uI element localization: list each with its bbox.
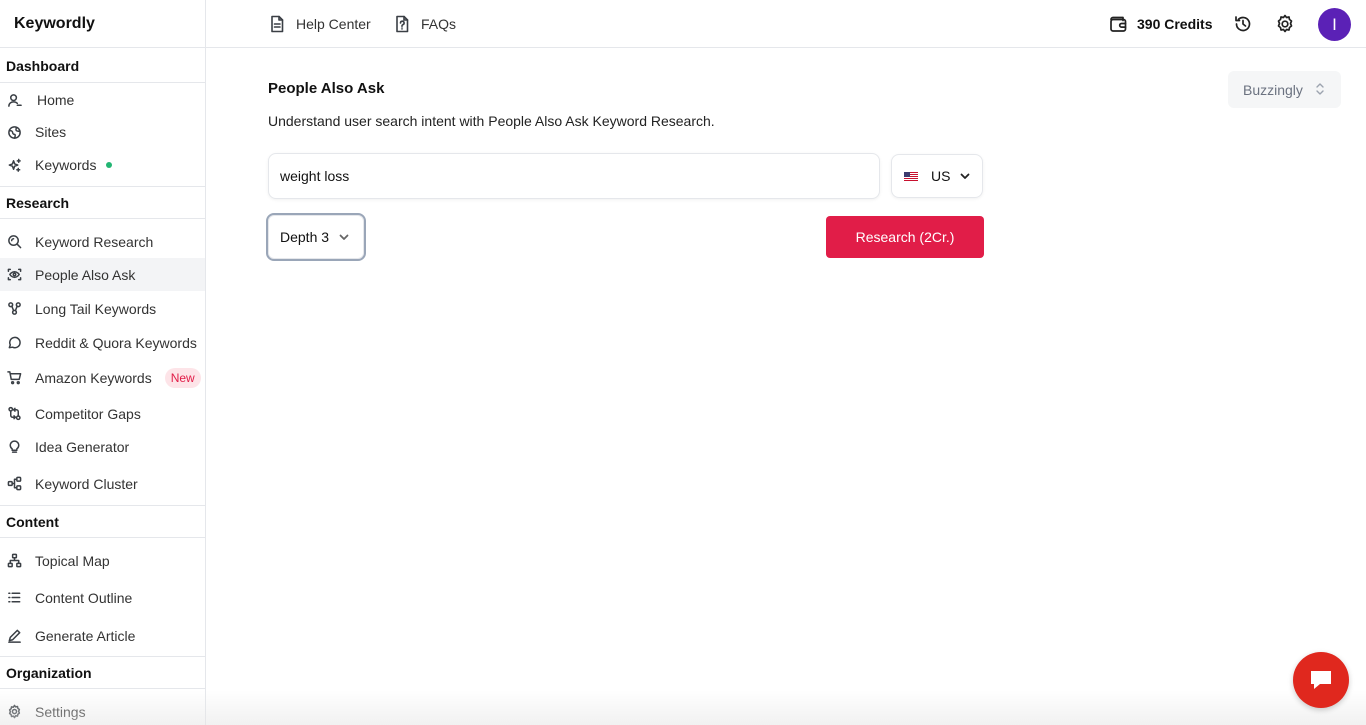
sidebar-item-people-also-ask[interactable]: People Also Ask	[0, 258, 205, 291]
sidebar-item-generate-article[interactable]: Generate Article	[0, 619, 205, 652]
settings-gear-icon[interactable]	[1275, 14, 1295, 34]
sidebar-item-label: Amazon Keywords	[35, 369, 152, 386]
sidebar-item-content-outline[interactable]: Content Outline	[0, 581, 205, 614]
sidebar-item-topical-map[interactable]: Topical Map	[0, 544, 205, 577]
app-logo[interactable]: Keywordly	[0, 0, 205, 48]
list-icon	[6, 590, 22, 606]
sidebar-item-label: Keyword Research	[35, 233, 154, 250]
keyword-search-input[interactable]	[268, 153, 880, 199]
sidebar-item-label: Content Outline	[35, 589, 133, 606]
faqs-link[interactable]: FAQs	[393, 15, 456, 33]
organization-select[interactable]: Buzzingly	[1228, 71, 1341, 108]
gear-icon	[6, 704, 22, 720]
sidebar-item-label: Generate Article	[35, 627, 136, 644]
new-badge: New	[164, 367, 201, 388]
organization-select-value: Buzzingly	[1243, 81, 1303, 98]
sitemap-icon	[6, 553, 22, 569]
pen-icon	[6, 628, 22, 644]
eye-scan-icon	[6, 267, 22, 283]
chevron-down-icon	[339, 234, 349, 240]
sidebar-item-label: Settings	[35, 703, 86, 720]
page-subtitle: Understand user search intent with Peopl…	[268, 113, 715, 129]
us-flag-icon	[904, 171, 918, 181]
sidebar-item-keyword-cluster[interactable]: Keyword Cluster	[0, 467, 205, 500]
cart-icon	[6, 370, 22, 386]
chat-icon	[1311, 671, 1331, 689]
topbar: Help Center FAQs 390 Credits I	[206, 0, 1366, 48]
help-center-label: Help Center	[296, 16, 371, 32]
wallet-icon	[1110, 16, 1127, 32]
cluster-icon	[6, 476, 22, 492]
question-file-icon	[396, 15, 409, 33]
sidebar-item-label: Keyword Cluster	[35, 475, 138, 492]
chat-bubble-icon	[6, 335, 22, 351]
sidebar-item-settings[interactable]: Settings	[0, 695, 205, 725]
sidebar-item-keywords[interactable]: Keywords	[0, 149, 205, 181]
sidebar-item-home[interactable]: Home	[0, 84, 205, 116]
section-content: Content	[0, 505, 205, 538]
research-button[interactable]: Research (2Cr.)	[826, 216, 984, 258]
country-select-value: US	[931, 168, 951, 184]
sidebar-item-label: Reddit & Quora Keywords	[35, 334, 197, 351]
sidebar-item-sites[interactable]: Sites	[0, 116, 205, 148]
sparkles-icon	[6, 157, 22, 173]
git-compare-icon	[6, 406, 22, 422]
country-select[interactable]: US	[891, 154, 983, 198]
credits-display[interactable]: 390 Credits	[1108, 14, 1212, 34]
sidebar-item-competitor-gaps[interactable]: Competitor Gaps	[0, 397, 205, 430]
sidebar-item-label: Home	[37, 92, 75, 108]
page-title: People Also Ask	[268, 80, 385, 97]
history-icon[interactable]	[1233, 14, 1253, 34]
lightbulb-icon	[6, 439, 22, 455]
sidebar-item-label: Competitor Gaps	[35, 405, 141, 422]
search-icon	[6, 234, 22, 250]
sidebar: Keywordly Dashboard Home Sites Keywords …	[0, 0, 206, 725]
sidebar-item-label: Sites	[35, 124, 67, 140]
nodes-icon	[6, 301, 22, 317]
document-icon	[271, 15, 284, 33]
sidebar-item-amazon[interactable]: Amazon Keywords New	[0, 361, 205, 394]
section-organization: Organization	[0, 656, 205, 689]
avatar[interactable]: I	[1318, 8, 1351, 41]
user-icon	[6, 92, 22, 108]
sidebar-item-reddit-quora[interactable]: Reddit & Quora Keywords	[0, 326, 205, 359]
depth-select-value: Depth 3	[280, 229, 330, 245]
depth-select[interactable]: Depth 3	[266, 213, 366, 261]
sidebar-item-label: Idea Generator	[35, 438, 130, 455]
faqs-label: FAQs	[421, 16, 457, 32]
app-root: Keywordly Dashboard Home Sites Keywords …	[0, 0, 1366, 725]
chat-widget-button[interactable]	[1293, 652, 1349, 708]
chevron-down-icon	[961, 173, 970, 179]
sidebar-item-label: Long Tail Keywords	[35, 300, 157, 317]
help-center-link[interactable]: Help Center	[268, 15, 371, 33]
sidebar-item-long-tail[interactable]: Long Tail Keywords	[0, 292, 205, 325]
credits-label: 390 Credits	[1137, 16, 1213, 32]
sidebar-item-label: People Also Ask	[35, 266, 136, 283]
chevron-up-down-icon	[1316, 83, 1324, 95]
section-dashboard: Dashboard	[0, 50, 205, 83]
sidebar-item-keyword-research[interactable]: Keyword Research	[0, 225, 205, 258]
section-research: Research	[0, 186, 205, 219]
sidebar-item-label: Keywords	[35, 157, 97, 173]
sidebar-item-idea-generator[interactable]: Idea Generator	[0, 430, 205, 463]
sidebar-item-label: Topical Map	[35, 552, 110, 569]
globe-icon	[6, 124, 22, 140]
status-dot	[106, 162, 113, 168]
